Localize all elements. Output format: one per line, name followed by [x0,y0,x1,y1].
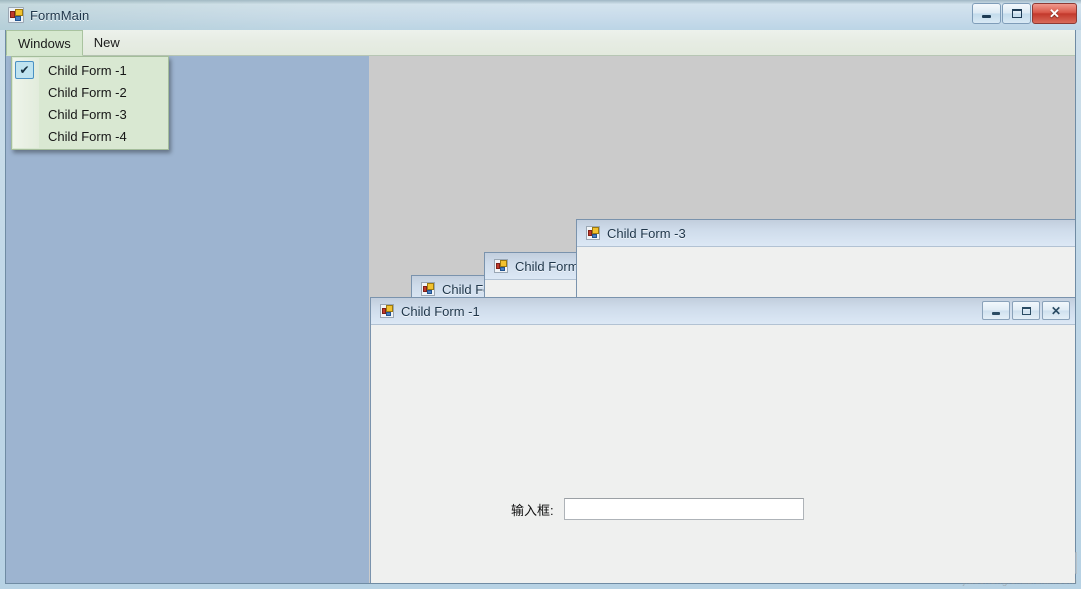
child-close-button[interactable]: ✕ [1042,301,1070,320]
menu-item-new[interactable]: New [83,30,131,55]
window-title: FormMain [30,7,90,23]
winforms-icon [494,259,508,273]
winforms-icon [421,282,435,296]
child-restore-button[interactable] [1012,301,1040,320]
window-titlebar[interactable]: FormMain ✕ [0,0,1081,30]
application-window: FormMain ✕ Windows New Child Fo Child Fo… [0,0,1081,589]
close-icon: ✕ [1049,6,1060,21]
dropdown-item-4-label: Child Form -4 [48,128,127,144]
menu-item-new-label: New [93,35,120,50]
checkmark-icon: ✔ [15,61,34,79]
child-minimize-button[interactable] [982,301,1010,320]
child-window-3-titlebar[interactable]: Child Form -3 [577,220,1075,247]
minimize-icon [982,15,991,18]
winforms-icon [8,7,24,23]
dropdown-item-child-form-2[interactable]: Child Form -2 [12,81,168,103]
winforms-icon [380,304,394,318]
winforms-icon [586,226,600,240]
window-client-area: Windows New Child Fo Child Form Child Fo… [5,30,1076,584]
child-window-1-buttons: ✕ [980,301,1070,320]
window-maximize-button[interactable] [1002,3,1031,24]
child-window-1[interactable]: Child Form -1 ✕ 输入框: [370,297,1075,583]
restore-icon [1021,306,1031,315]
dropdown-item-child-form-3[interactable]: Child Form -3 [12,103,168,125]
input-field-row: 输入框: [511,498,804,520]
window-minimize-button[interactable] [972,3,1001,24]
input-field-label: 输入框: [511,502,554,518]
dropdown-item-1-label: Child Form -1 [48,62,127,78]
caption-buttons: ✕ [971,3,1077,25]
minimize-icon [992,311,1000,315]
input-field[interactable] [563,498,804,520]
child-window-1-title: Child Form -1 [401,303,480,319]
menu-item-windows-label: Windows [18,35,71,51]
close-icon: ✕ [1050,303,1062,318]
child-window-3-title: Child Form -3 [607,225,686,241]
windows-dropdown-menu: ✔ Child Form -1 Child Form -2 Child Form… [11,56,169,150]
dropdown-item-child-form-4[interactable]: Child Form -4 [12,125,168,147]
child-window-2-titlebar[interactable]: Child Form [485,253,581,280]
dropdown-item-3-label: Child Form -3 [48,106,127,122]
menu-strip: Windows New [6,30,1075,56]
child-window-2-title: Child Form [515,258,579,274]
dropdown-item-2-label: Child Form -2 [48,84,127,100]
menu-item-windows[interactable]: Windows [6,30,83,56]
dropdown-item-child-form-1[interactable]: ✔ Child Form -1 [12,59,168,81]
maximize-icon [1011,9,1022,18]
window-close-button[interactable]: ✕ [1032,3,1077,24]
child-window-1-titlebar[interactable]: Child Form -1 ✕ [371,298,1075,325]
